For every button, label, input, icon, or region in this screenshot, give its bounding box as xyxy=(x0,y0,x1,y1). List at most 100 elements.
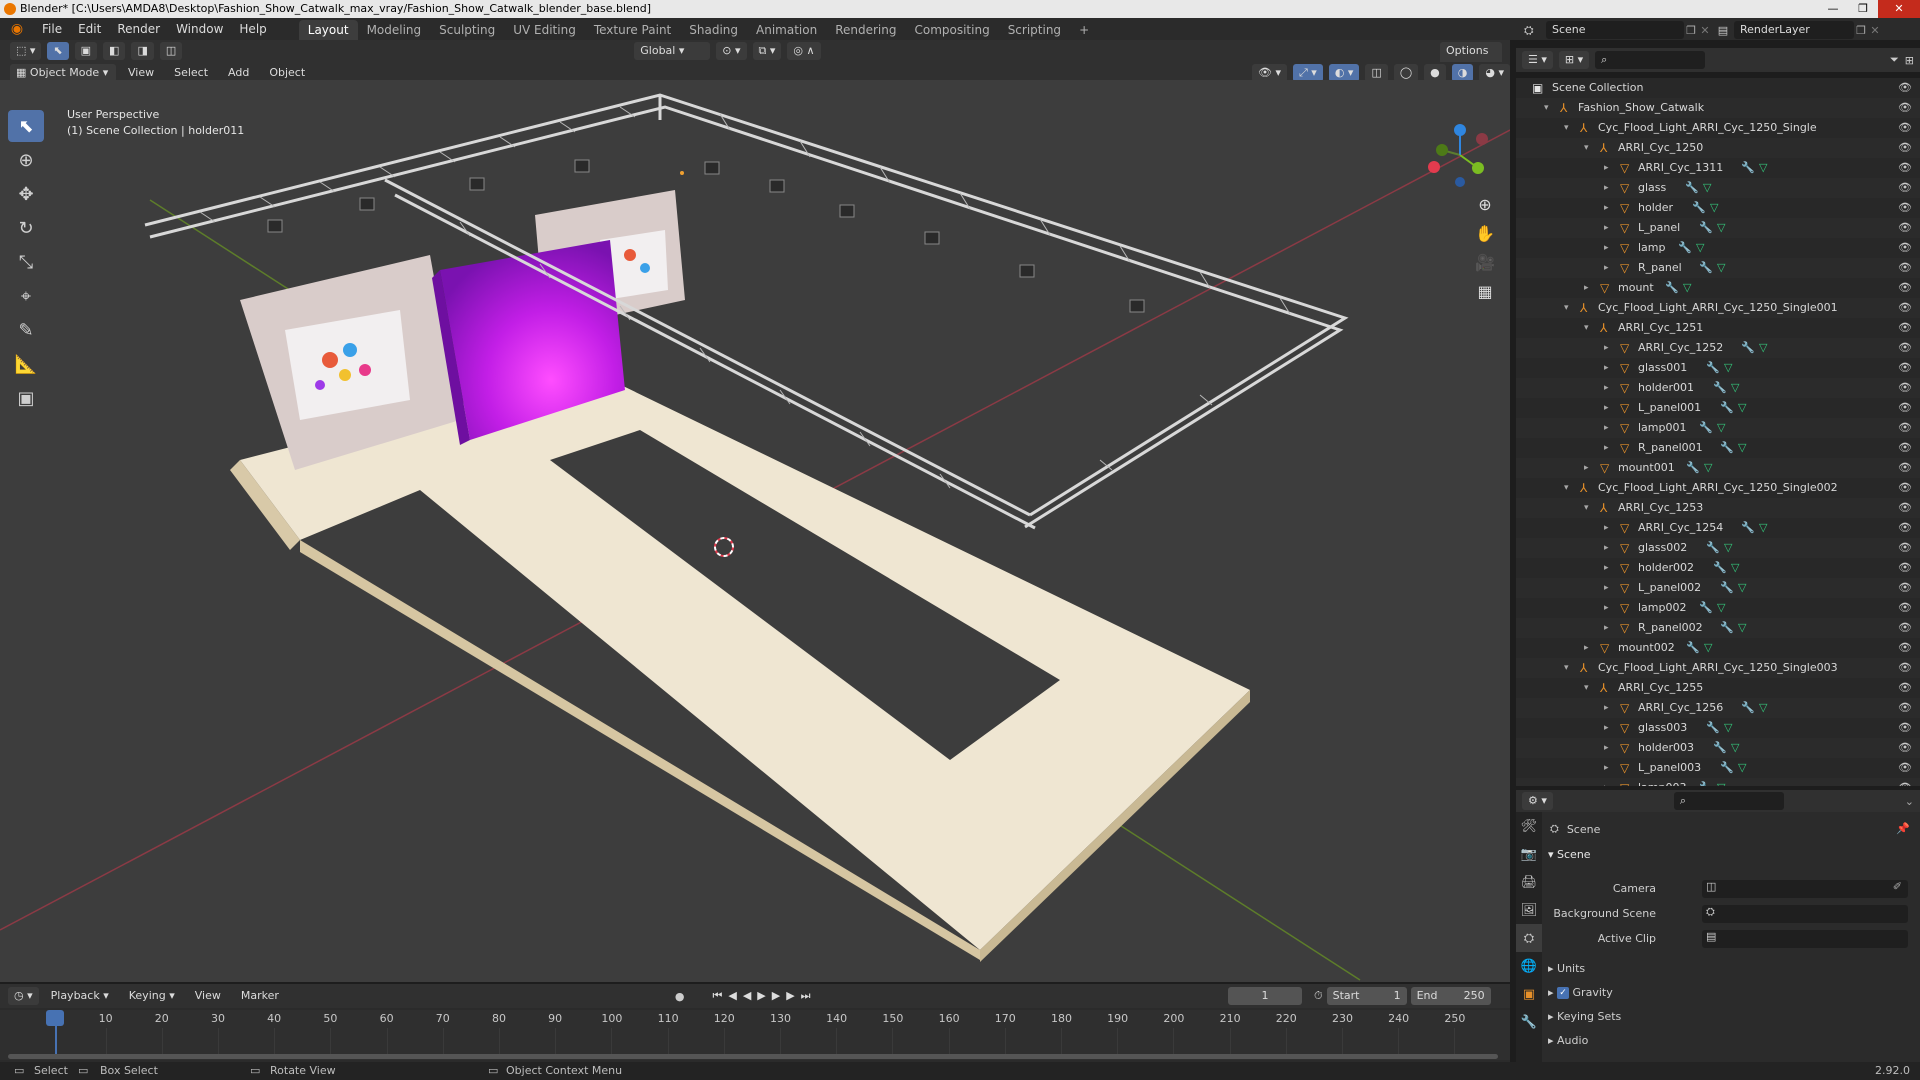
outliner-row[interactable]: ▸ ▽ L_panel001 🔧 ▽ 👁 xyxy=(1516,398,1920,418)
visibility-eye-icon[interactable]: 👁 xyxy=(1898,718,1912,738)
modifier-icon[interactable]: 🔧 xyxy=(1720,398,1734,418)
visibility-eye-icon[interactable]: 👁 xyxy=(1898,738,1912,758)
expand-arrow-icon[interactable]: ▸ xyxy=(1604,438,1609,458)
outliner-row[interactable]: ▸ ▽ mount 🔧 ▽ 👁 xyxy=(1516,278,1920,298)
timeline-scrollbar[interactable] xyxy=(8,1054,1498,1059)
end-frame-field[interactable]: End 250 xyxy=(1410,987,1491,1005)
timeline[interactable]: ◷ ▾ Playback ▾ Keying ▾ View Marker ● ⏮◀… xyxy=(0,984,1510,1064)
tab-scripting[interactable]: Scripting xyxy=(999,20,1070,40)
visibility-eye-icon[interactable]: 👁 xyxy=(1898,298,1912,318)
timeline-menu-view[interactable]: View xyxy=(187,985,229,1007)
outliner-row[interactable]: ▸ ▽ mount002 🔧 ▽ 👁 xyxy=(1516,638,1920,658)
modifier-icon[interactable]: 🔧 xyxy=(1699,218,1713,238)
expand-arrow-icon[interactable]: ▸ xyxy=(1604,338,1609,358)
mesh-data-icon[interactable]: ▽ xyxy=(1759,338,1767,358)
select-box-icon[interactable]: ⬉ xyxy=(8,110,44,142)
outliner-row[interactable]: ▾ ⅄ Fashion_Show_Catwalk 👁 xyxy=(1516,98,1920,118)
modifier-icon[interactable]: 🔧 xyxy=(1713,378,1727,398)
properties-options-icon[interactable]: ⌄ xyxy=(1905,795,1920,808)
tool-tab-icon[interactable]: 🛠 xyxy=(1516,812,1542,840)
visibility-eye-icon[interactable]: 👁 xyxy=(1898,138,1912,158)
collapse-arrow-icon[interactable]: ▾ xyxy=(1564,478,1569,498)
mesh-data-icon[interactable]: ▽ xyxy=(1738,398,1746,418)
tab-sculpting[interactable]: Sculpting xyxy=(430,20,504,40)
expand-arrow-icon[interactable]: ▸ xyxy=(1604,518,1609,538)
outliner-row[interactable]: ▸ ▽ glass001 🔧 ▽ 👁 xyxy=(1516,358,1920,378)
expand-arrow-icon[interactable]: ▸ xyxy=(1604,538,1609,558)
current-frame-field[interactable]: 1 xyxy=(1228,987,1302,1005)
visibility-eye-icon[interactable]: 👁 xyxy=(1898,678,1912,698)
modifier-icon[interactable]: 🔧 xyxy=(1713,738,1727,758)
visibility-eye-icon[interactable]: 👁 xyxy=(1898,358,1912,378)
outliner-row[interactable]: ▸ ▽ R_panel 🔧 ▽ 👁 xyxy=(1516,258,1920,278)
mesh-data-icon[interactable]: ▽ xyxy=(1738,758,1746,778)
visibility-eye-icon[interactable]: 👁 xyxy=(1898,438,1912,458)
gravity-checkbox[interactable]: ✓ xyxy=(1557,987,1570,999)
mesh-data-icon[interactable]: ▽ xyxy=(1724,358,1732,378)
new-scene-icon[interactable]: ❐ xyxy=(1684,24,1698,37)
collapse-arrow-icon[interactable]: ▾ xyxy=(1584,318,1589,338)
outliner-search-input[interactable]: ⌕ xyxy=(1595,51,1706,69)
collapse-arrow-icon[interactable]: ▾ xyxy=(1584,498,1589,518)
mesh-data-icon[interactable]: ▽ xyxy=(1703,178,1711,198)
timeline-editor-icon[interactable]: ◷ ▾ xyxy=(8,987,39,1005)
visibility-eye-icon[interactable]: 👁 xyxy=(1898,198,1912,218)
outliner-row[interactable]: ▾ ⅄ ARRI_Cyc_1251 👁 xyxy=(1516,318,1920,338)
tab-layout[interactable]: Layout xyxy=(298,20,358,40)
mesh-data-icon[interactable]: ▽ xyxy=(1738,618,1746,638)
expand-arrow-icon[interactable]: ▸ xyxy=(1604,698,1609,718)
visibility-eye-icon[interactable]: 👁 xyxy=(1898,218,1912,238)
outliner-row[interactable]: ▸ ▽ L_panel003 🔧 ▽ 👁 xyxy=(1516,758,1920,778)
ortho-grid-icon[interactable]: ▦ xyxy=(1477,282,1492,301)
visibility-eye-icon[interactable]: 👁 xyxy=(1898,758,1912,778)
mesh-data-icon[interactable]: ▽ xyxy=(1759,698,1767,718)
mesh-data-icon[interactable]: ▽ xyxy=(1717,778,1725,786)
new-collection-icon[interactable]: ⊞ xyxy=(1905,54,1920,67)
outliner-row[interactable]: ▸ ▽ lamp001 🔧 ▽ 👁 xyxy=(1516,418,1920,438)
minimize-button[interactable]: — xyxy=(1818,0,1848,18)
visibility-eye-icon[interactable]: 👁 xyxy=(1898,658,1912,678)
menu-help[interactable]: Help xyxy=(231,18,274,40)
proportional-edit-icon[interactable]: ◎ ∧ xyxy=(787,42,821,60)
mesh-data-icon[interactable]: ▽ xyxy=(1724,718,1732,738)
select-mode-extend-icon[interactable]: ◧ xyxy=(103,42,126,60)
tab-rendering[interactable]: Rendering xyxy=(826,20,905,40)
modifier-icon[interactable]: 🔧 xyxy=(1678,238,1692,258)
expand-arrow-icon[interactable]: ▸ xyxy=(1604,418,1609,438)
modifier-icon[interactable]: 🔧 xyxy=(1741,698,1755,718)
expand-arrow-icon[interactable]: ▸ xyxy=(1584,278,1589,298)
outliner-row[interactable]: ▸ ▽ ARRI_Cyc_1311 🔧 ▽ 👁 xyxy=(1516,158,1920,178)
outliner-row[interactable]: ▸ ▽ ARRI_Cyc_1252 🔧 ▽ 👁 xyxy=(1516,338,1920,358)
mesh-data-icon[interactable]: ▽ xyxy=(1696,238,1704,258)
properties-search-input[interactable]: ⌕ xyxy=(1673,792,1784,810)
timeline-menu-marker[interactable]: Marker xyxy=(233,985,287,1007)
outliner-row[interactable]: ▸ ▽ lamp002 🔧 ▽ 👁 xyxy=(1516,598,1920,618)
navigation-gizmo[interactable] xyxy=(1420,115,1500,195)
visibility-eye-icon[interactable]: 👁 xyxy=(1898,338,1912,358)
modifier-icon[interactable]: 🔧 xyxy=(1720,438,1734,458)
modifier-tab-icon[interactable]: 🔧 xyxy=(1516,1008,1542,1036)
snap-icon[interactable]: ⧉ ▾ xyxy=(752,42,782,60)
clock-icon[interactable]: ⏱ xyxy=(1314,989,1323,1003)
gravity-panel[interactable]: ▸ ✓ Gravity xyxy=(1548,986,1613,999)
transform-icon[interactable]: ⌖ xyxy=(8,280,44,312)
expand-arrow-icon[interactable]: ▸ xyxy=(1604,218,1609,238)
outliner-row[interactable]: ▸ ▽ holder 🔧 ▽ 👁 xyxy=(1516,198,1920,218)
expand-arrow-icon[interactable]: ▸ xyxy=(1604,718,1609,738)
collapse-arrow-icon[interactable]: ▾ xyxy=(1564,118,1569,138)
camera-field[interactable]: ◫ ✐ xyxy=(1702,880,1908,898)
tab-shading[interactable]: Shading xyxy=(680,20,747,40)
outliner-row[interactable]: ▸ ▽ holder002 🔧 ▽ 👁 xyxy=(1516,558,1920,578)
object-tab-icon[interactable]: ▣ xyxy=(1516,980,1542,1008)
playback-controls[interactable]: ⏮◀◀▶▶▶⏭ xyxy=(712,989,816,1003)
expand-arrow-icon[interactable]: ▸ xyxy=(1604,178,1609,198)
visibility-eye-icon[interactable]: 👁 xyxy=(1898,398,1912,418)
outliner-row[interactable]: ▾ ⅄ Cyc_Flood_Light_ARRI_Cyc_1250_Single00… xyxy=(1516,658,1920,678)
outliner-row[interactable]: ▸ ▽ R_panel001 🔧 ▽ 👁 xyxy=(1516,438,1920,458)
modifier-icon[interactable]: 🔧 xyxy=(1720,758,1734,778)
visibility-eye-icon[interactable]: 👁 xyxy=(1898,538,1912,558)
expand-arrow-icon[interactable]: ▸ xyxy=(1604,558,1609,578)
tab-modeling[interactable]: Modeling xyxy=(358,20,431,40)
close-button[interactable]: ✕ xyxy=(1878,0,1920,18)
mesh-data-icon[interactable]: ▽ xyxy=(1731,558,1739,578)
